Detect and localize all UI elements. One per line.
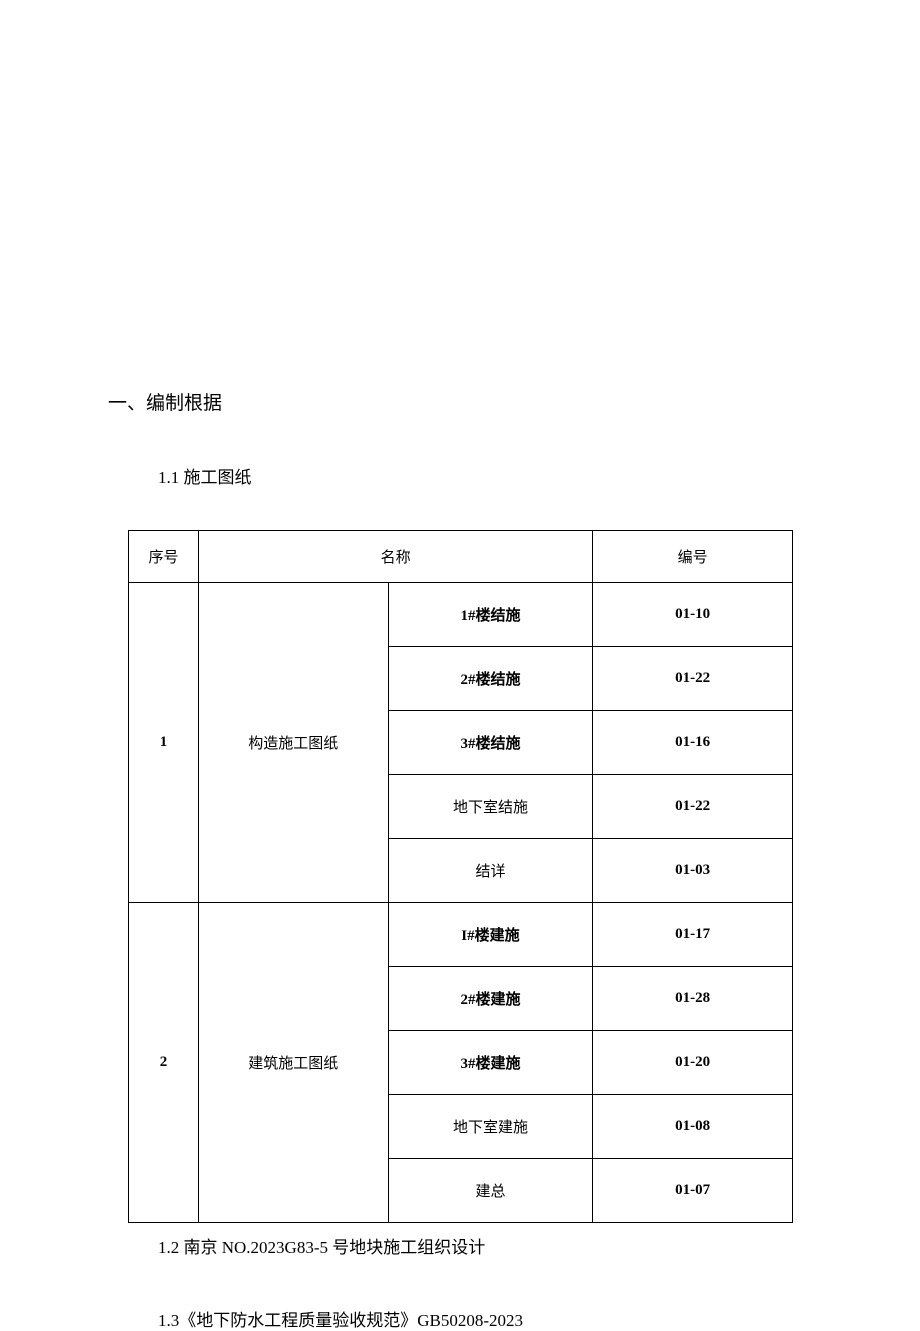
- name-cell: 3#楼建施: [388, 1031, 593, 1095]
- name-cell: 建总: [388, 1159, 593, 1223]
- code-cell: 01-16: [593, 711, 793, 775]
- subsection-1-2: 1.2 南京 NO.2023G83-5 号地块施工组织设计: [158, 1233, 812, 1258]
- category-cell: 建筑施工图纸: [198, 903, 388, 1223]
- header-code: 编号: [593, 531, 793, 583]
- name-cell: 2#楼建施: [388, 967, 593, 1031]
- seq-cell: 1: [129, 583, 199, 903]
- document-content: 一、编制根据 1.1 施工图纸 序号 名称 编号 1 构造施工图纸 1#楼结施 …: [108, 388, 812, 1331]
- code-cell: 01-20: [593, 1031, 793, 1095]
- seq-cell: 2: [129, 903, 199, 1223]
- name-cell: 地下室建施: [388, 1095, 593, 1159]
- name-cell: 3#楼结施: [388, 711, 593, 775]
- code-cell: 01-07: [593, 1159, 793, 1223]
- section-heading: 一、编制根据: [108, 388, 812, 415]
- category-cell: 构造施工图纸: [198, 583, 388, 903]
- code-cell: 01-08: [593, 1095, 793, 1159]
- subsection-1-1: 1.1 施工图纸: [158, 463, 812, 488]
- code-cell: 01-22: [593, 775, 793, 839]
- header-seq: 序号: [129, 531, 199, 583]
- code-cell: 01-28: [593, 967, 793, 1031]
- code-cell: 01-17: [593, 903, 793, 967]
- code-cell: 01-22: [593, 647, 793, 711]
- name-cell: 地下室结施: [388, 775, 593, 839]
- header-name: 名称: [198, 531, 592, 583]
- table-row: 1 构造施工图纸 1#楼结施 01-10: [129, 583, 793, 647]
- table-row: 2 建筑施工图纸 I#楼建施 01-17: [129, 903, 793, 967]
- drawings-table: 序号 名称 编号 1 构造施工图纸 1#楼结施 01-10 2#楼结施 01-2…: [128, 530, 793, 1223]
- code-cell: 01-03: [593, 839, 793, 903]
- name-cell: 2#楼结施: [388, 647, 593, 711]
- name-cell: I#楼建施: [388, 903, 593, 967]
- subsection-1-3: 1.3《地下防水工程质量验收规范》GB50208-2023: [158, 1306, 812, 1331]
- code-cell: 01-10: [593, 583, 793, 647]
- name-cell: 结详: [388, 839, 593, 903]
- name-cell: 1#楼结施: [388, 583, 593, 647]
